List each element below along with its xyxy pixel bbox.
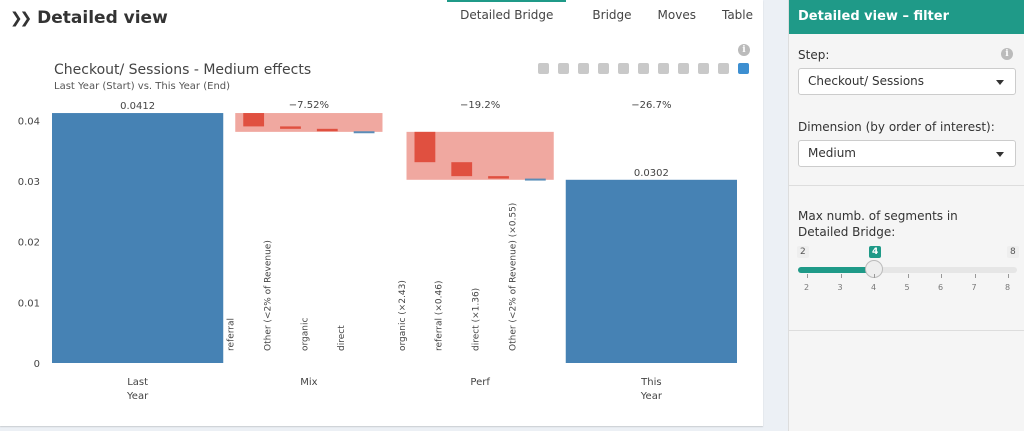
- segment-bar: [488, 176, 509, 179]
- slider-tick: [874, 274, 875, 278]
- slider-fill: [798, 267, 874, 273]
- segment-bar: [316, 128, 338, 132]
- autoscale-icon[interactable]: [638, 63, 649, 74]
- home-icon[interactable]: [658, 63, 669, 74]
- slider-tick: [941, 274, 942, 278]
- group-change-label: −7.52%: [289, 100, 329, 111]
- double-chevron-icon[interactable]: ❯❯: [10, 9, 32, 27]
- category-label: Year: [126, 391, 149, 402]
- slider-tick-label: 7: [971, 283, 977, 292]
- step-label: Step:: [798, 48, 830, 62]
- info-icon[interactable]: i: [738, 44, 750, 56]
- slider-tick: [840, 274, 842, 278]
- segments-slider[interactable]: [798, 260, 1017, 278]
- y-tick-label: 0.01: [18, 298, 40, 309]
- overall-change-label: −26.7%: [631, 100, 671, 111]
- slider-tick-label: 4: [871, 283, 877, 292]
- slider-tick-label: 5: [904, 283, 910, 292]
- category-label: Mix: [300, 377, 317, 388]
- chevron-down-icon: [996, 80, 1004, 85]
- segment-bar: [524, 178, 546, 181]
- slider-min-label: 2: [797, 246, 809, 258]
- segment-label: organic (×2.43): [398, 280, 408, 351]
- segment-bar: [280, 126, 301, 129]
- segment-label: Other (<2% of Revenue) (×0.55): [508, 203, 518, 351]
- tab-detailed-bridge[interactable]: Detailed Bridge: [447, 0, 567, 32]
- tab-bridge[interactable]: Bridge: [592, 0, 631, 32]
- plotly-logo-icon[interactable]: [738, 63, 749, 74]
- segment-label: direct: [337, 325, 347, 351]
- hover-compare-icon[interactable]: [718, 63, 729, 74]
- segment-label: referral (×0.46): [435, 281, 445, 351]
- category-label: Last: [127, 377, 148, 388]
- segment-bar: [414, 131, 436, 163]
- tab-bar: Detailed Bridge Bridge Moves Table: [447, 0, 753, 32]
- step-select[interactable]: Checkout/ Sessions: [798, 68, 1016, 95]
- dimension-label: Dimension (by order of interest):: [798, 120, 995, 134]
- category-label: This: [640, 377, 661, 388]
- filter-sidebar: Detailed view – filter Step: i Checkout/…: [788, 0, 1024, 431]
- category-label: Perf: [470, 377, 490, 388]
- slider-tick-label: 8: [1005, 283, 1011, 292]
- slider-tick: [974, 274, 976, 278]
- segment-label: referral: [227, 318, 237, 351]
- step-info-icon[interactable]: i: [1001, 48, 1013, 60]
- total-bar: [565, 179, 737, 363]
- divider: [789, 330, 1024, 331]
- pan-icon[interactable]: [578, 63, 589, 74]
- segment-bar: [451, 162, 473, 177]
- slider-max-label: 8: [1007, 246, 1019, 258]
- zoom-out-icon[interactable]: [618, 63, 629, 74]
- y-tick-label: 0.03: [18, 177, 40, 188]
- slider-value-label: 4: [869, 246, 882, 258]
- slider-tick-label: 3: [837, 283, 843, 292]
- segment-label: direct (×1.36): [472, 288, 482, 351]
- divider: [789, 185, 1024, 186]
- slider-tick: [907, 274, 909, 278]
- group-change-label: −19.2%: [460, 100, 500, 111]
- panel-title-text: Detailed view: [37, 8, 168, 28]
- dimension-select-value: Medium: [808, 146, 856, 160]
- chart-title: Checkout/ Sessions - Medium effects: [54, 62, 312, 78]
- zoom-icon[interactable]: [558, 63, 569, 74]
- camera-icon[interactable]: [538, 63, 549, 74]
- spike-lines-icon[interactable]: [678, 63, 689, 74]
- bar-value-label: 0.0412: [120, 101, 155, 112]
- total-bar: [52, 113, 224, 363]
- segment-label: Other (<2% of Revenue): [263, 240, 273, 351]
- panel-title: ❯❯ Detailed view: [10, 8, 168, 28]
- sidebar-title: Detailed view – filter: [789, 0, 1024, 34]
- bar-value-label: 0.0302: [634, 168, 669, 179]
- segment-bar: [243, 113, 265, 127]
- zoom-in-icon[interactable]: [598, 63, 609, 74]
- chevron-down-icon: [996, 152, 1004, 157]
- slider-tick: [807, 274, 808, 278]
- category-label: Year: [640, 391, 663, 402]
- step-select-value: Checkout/ Sessions: [808, 74, 925, 88]
- hover-closest-icon[interactable]: [698, 63, 709, 74]
- y-tick-label: 0.02: [18, 238, 40, 249]
- slider-tick-label: 6: [938, 283, 944, 292]
- slider-label: Max numb. of segments in Detailed Bridge…: [798, 209, 958, 239]
- dimension-select[interactable]: Medium: [798, 140, 1016, 167]
- plot-modebar: [538, 63, 749, 74]
- tab-moves[interactable]: Moves: [658, 0, 696, 32]
- y-tick-label: 0: [34, 359, 40, 370]
- y-tick-label: 0.04: [18, 116, 40, 127]
- detailed-view-panel: ❯❯ Detailed view Detailed Bridge Bridge …: [0, 0, 763, 426]
- slider-tick: [1008, 274, 1009, 278]
- segment-bar: [353, 131, 375, 134]
- tab-table[interactable]: Table: [722, 0, 753, 32]
- waterfall-chart: 0 0.01 0.02 0.03 0.04 0.0412 0.0302 −7.52% refer…: [18, 100, 737, 402]
- slider-tick-label: 2: [804, 283, 810, 292]
- segment-label: organic: [300, 318, 310, 351]
